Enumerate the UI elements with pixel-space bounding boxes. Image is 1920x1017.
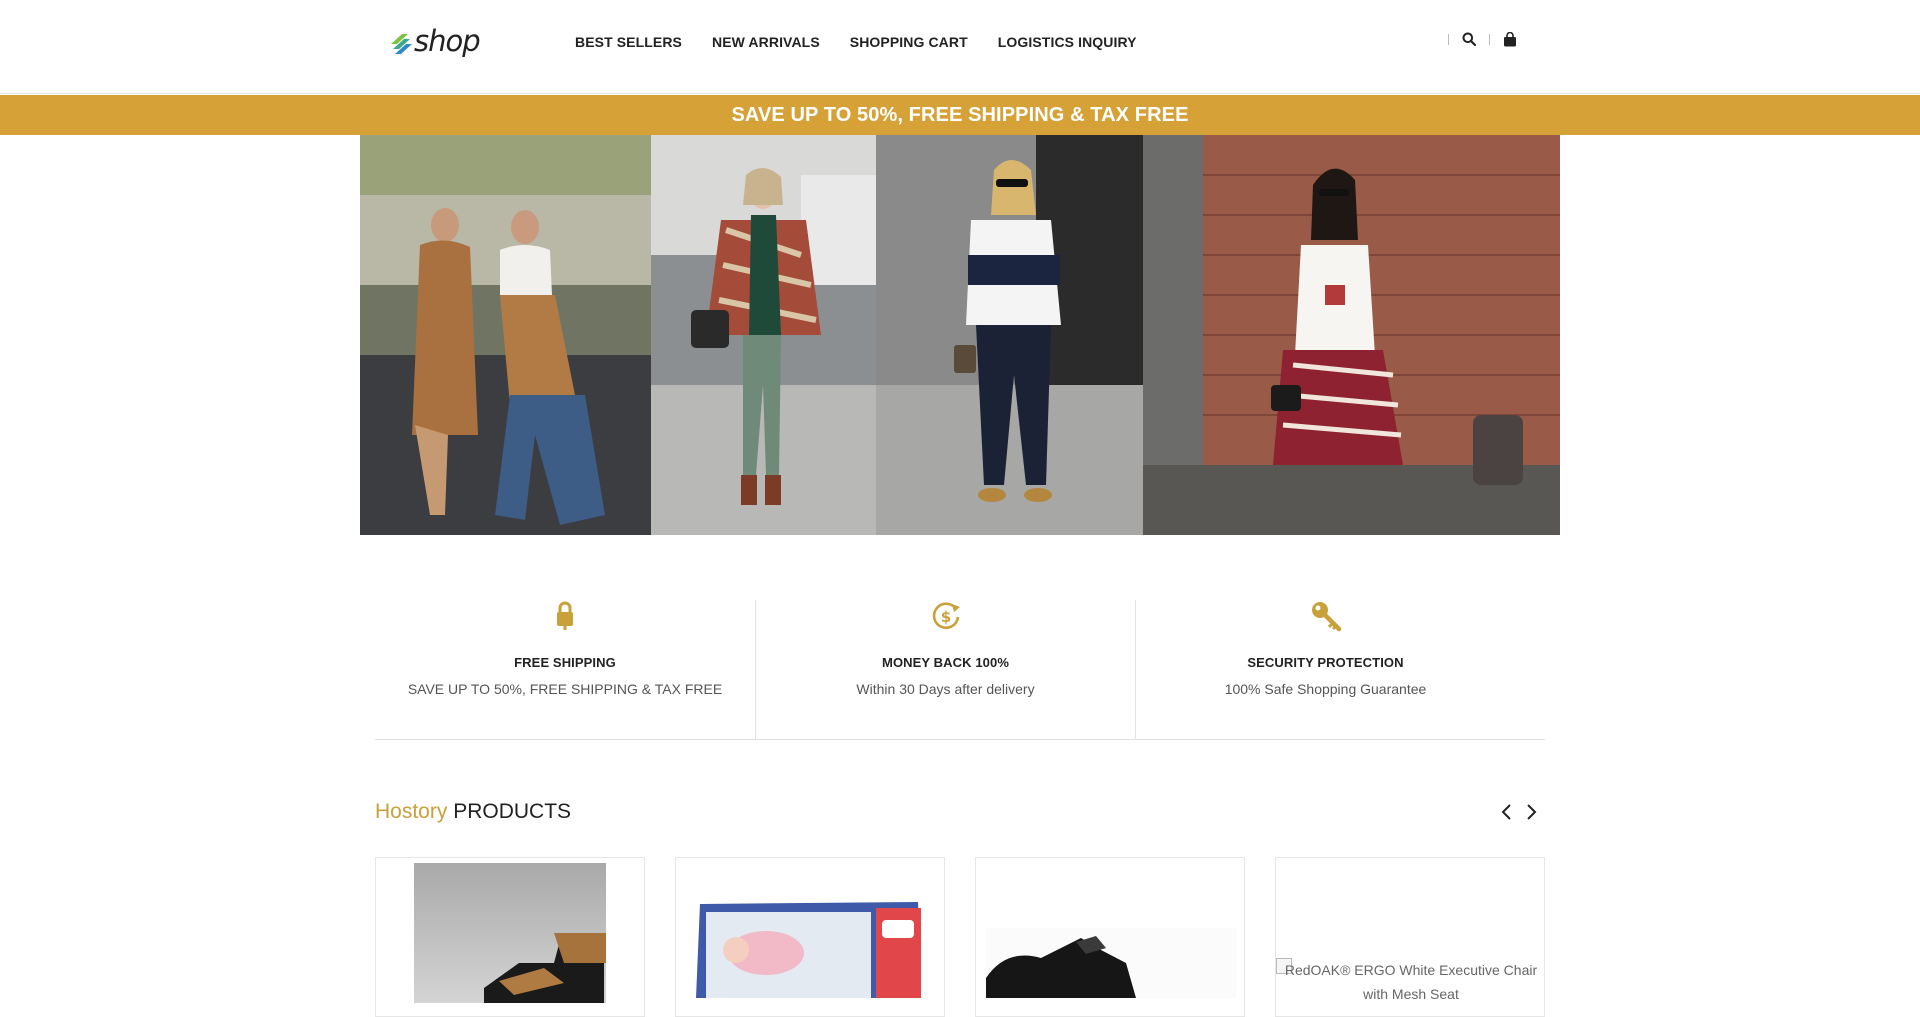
feature-title: SECURITY PROTECTION (1247, 655, 1404, 670)
logo-text: shop (414, 24, 481, 58)
main-nav: BEST SELLERS NEW ARRIVALS SHOPPING CART … (575, 33, 1167, 51)
product-carousel: RedOAK® ERGO White Executive Chair with … (375, 857, 1545, 1017)
feature-free-shipping: FREE SHIPPING SAVE UP TO 50%, FREE SHIPP… (375, 600, 755, 740)
nav-shopping-cart[interactable]: SHOPPING CART (850, 33, 968, 51)
promo-text: SAVE UP TO 50%, FREE SHIPPING & TAX FREE (731, 103, 1189, 126)
hero-image-4 (1143, 135, 1560, 535)
hero-image-1 (360, 135, 651, 535)
chevron-left-icon[interactable] (1497, 801, 1515, 823)
feature-description: 100% Safe Shopping Guarantee (1224, 681, 1427, 697)
hero-image-3 (876, 135, 1143, 535)
key-icon (1136, 600, 1515, 640)
hero-image-2 (651, 135, 876, 535)
section-title-accent: Hostory (375, 800, 448, 823)
product-image (986, 928, 1236, 998)
feature-title: FREE SHIPPING (514, 655, 616, 670)
money-back-icon: $ (756, 600, 1135, 640)
bag-icon[interactable] (1490, 28, 1530, 50)
nav-new-arrivals[interactable]: NEW ARRIVALS (712, 33, 820, 51)
svg-text:$: $ (940, 608, 950, 626)
feature-title: MONEY BACK 100% (882, 655, 1009, 670)
product-card[interactable]: RedOAK® ERGO White Executive Chair with … (1275, 857, 1545, 1017)
nav-best-sellers[interactable]: BEST SELLERS (575, 33, 682, 51)
section-divider (375, 739, 1545, 740)
carousel-arrows (1497, 801, 1541, 823)
feature-security: SECURITY PROTECTION 100% Safe Shopping G… (1135, 600, 1515, 740)
header-tools (1448, 28, 1530, 50)
site-header: shop BEST SELLERS NEW ARRIVALS SHOPPING … (0, 0, 1920, 94)
search-icon[interactable] (1449, 28, 1489, 50)
nav-logistics-inquiry[interactable]: LOGISTICS INQUIRY (998, 33, 1137, 51)
hero-banner[interactable] (360, 135, 1560, 535)
product-image (414, 863, 606, 1003)
features-row: FREE SHIPPING SAVE UP TO 50%, FREE SHIPP… (375, 600, 1545, 740)
lock-icon (375, 600, 755, 640)
logo[interactable]: shop (388, 24, 484, 58)
product-card[interactable] (975, 857, 1245, 1017)
products-section-title: Hostory PRODUCTS (375, 800, 571, 824)
chevron-right-icon[interactable] (1523, 801, 1541, 823)
product-image (696, 902, 921, 998)
feature-description: Within 30 Days after delivery (856, 681, 1035, 697)
feature-money-back: $ MONEY BACK 100% Within 30 Days after d… (755, 600, 1135, 740)
promo-bar: SAVE UP TO 50%, FREE SHIPPING & TAX FREE (0, 95, 1920, 135)
product-image-alt: RedOAK® ERGO White Executive Chair with … (1284, 962, 1538, 1002)
section-title-rest: PRODUCTS (447, 800, 572, 823)
product-card[interactable] (675, 857, 945, 1017)
feature-description: SAVE UP TO 50%, FREE SHIPPING & TAX FREE (407, 681, 723, 697)
product-card[interactable] (375, 857, 645, 1017)
